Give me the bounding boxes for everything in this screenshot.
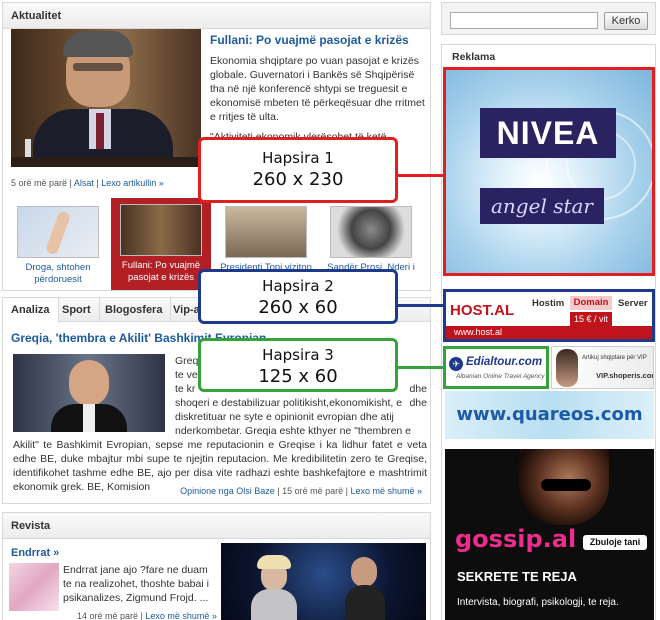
host-col-domain: Domain [570, 296, 612, 310]
thumb-image [330, 206, 412, 258]
analiza-read-more[interactable]: Lexo më shumë » [350, 486, 422, 496]
revista-read-more[interactable]: Lexo më shumë » [145, 611, 217, 620]
host-url: www.host.al [454, 327, 503, 337]
reklama-header: Reklama [452, 51, 496, 63]
callout-size: 260 x 230 [252, 169, 344, 190]
callout-title: Hapsira 1 [262, 149, 334, 167]
thumb-label[interactable]: Fullani: Po vuajmë pasojat e krizës [122, 260, 200, 283]
callout-title: Hapsira 3 [262, 346, 334, 364]
vip-shoperis-ad[interactable]: Artikuj shqiptare për VIP VIP.shoperis.c… [551, 346, 654, 389]
thumb-item-active[interactable]: Fullani: Po vuajmë pasojat e krizës [111, 198, 211, 290]
callout-size: 260 x 60 [258, 297, 338, 318]
callout-hapsira-1: Hapsira 1 260 x 230 [198, 137, 398, 203]
aktualitet-header: Aktualitet [3, 3, 430, 29]
edialtour-tagline: Albanian Online Travel Agency [456, 373, 545, 380]
vip-url: VIP.shoperis.com [596, 371, 654, 380]
host-price: 15 € / vit [570, 312, 612, 326]
quareos-ad[interactable]: www.quareos.com [445, 391, 654, 439]
analiza-meta: Opinione nga Olsi Baze | 15 orë më parë … [180, 486, 422, 496]
revista-title-link[interactable]: Endrrat » [11, 547, 59, 559]
revista-meta: 14 orë më parë | Lexo më shumë » [77, 611, 217, 620]
gossip-tagline: SEKRETE TE REJA [457, 569, 577, 584]
callout-1-connector [398, 174, 443, 177]
search-button[interactable]: Kerko [604, 12, 648, 30]
thumb-item[interactable]: Sandër Prosi, Nderi i [321, 201, 421, 274]
revista-time: 14 orë më parë [77, 611, 139, 620]
edialtour-logo: Edialtour.com [466, 356, 543, 368]
sunglasses-icon [541, 479, 591, 491]
nivea-product-name: angel star [480, 188, 604, 224]
main-headline-link[interactable]: Fullani: Po vuajmë pasojat e krizës [210, 33, 425, 47]
thumb-image [120, 204, 202, 256]
host-al-ad[interactable]: HOST.AL Hostim Domain Server 15 € / vit … [443, 289, 655, 342]
main-news-source[interactable]: Alsat [74, 178, 94, 188]
callout-title: Hapsira 2 [262, 277, 334, 295]
plane-icon: ✈ [449, 357, 463, 371]
callout-3-connector [398, 366, 443, 369]
edialtour-ad[interactable]: ✈ Edialtour.com Albanian Online Travel A… [443, 346, 549, 389]
tab-sport[interactable]: Sport [54, 298, 100, 322]
vip-model-figure [556, 349, 578, 387]
callout-hapsira-3: Hapsira 3 125 x 60 [198, 338, 398, 392]
main-news-time: 5 orë më parë [11, 178, 68, 188]
analiza-body-tail: dhe dhe [409, 383, 427, 409]
thumb-label[interactable]: Droga, shtohen përdoruesit [26, 262, 91, 285]
nivea-ad[interactable]: NIVEA angel star [443, 67, 655, 276]
analiza-opinion-link[interactable]: Opinione nga Olsi Baze [180, 486, 275, 496]
callout-size: 125 x 60 [258, 366, 338, 387]
revista-photo[interactable] [221, 543, 426, 620]
analiza-panel: Analiza Sport Blogosfera Vip-at Greqia, … [2, 297, 431, 504]
main-news-read-more[interactable]: Lexo artikullin » [101, 178, 164, 188]
thumb-image [17, 206, 99, 258]
tab-blogosfera[interactable]: Blogosfera [97, 298, 172, 322]
thumb-item[interactable]: Presidenti Topi viziton [216, 201, 316, 274]
analiza-photo[interactable] [13, 354, 165, 432]
host-col-hostim: Hostim [532, 298, 565, 309]
search-panel: Kerko [441, 2, 656, 35]
thumb-image [225, 206, 307, 258]
gossip-cta-button[interactable]: Zbuloje tani [583, 535, 647, 550]
quareos-url: www.quareos.com [456, 404, 643, 425]
host-al-logo: HOST.AL [450, 302, 515, 319]
main-news-meta: 5 orë më parë | Alsat | Lexo artikullin … [11, 178, 164, 188]
gossip-ad[interactable]: gossip.al Zbuloje tani SEKRETE TE REJA I… [445, 449, 654, 620]
analiza-time: 15 orë më parë [282, 486, 344, 496]
revista-panel: Revista Endrrat » Endrrat jane ajo ?fare… [2, 512, 431, 620]
callout-2-connector [398, 304, 443, 307]
search-input[interactable] [450, 12, 598, 29]
main-news-photo[interactable] [11, 29, 201, 167]
gossip-subtext: Intervista, biografi, psikologji, te rej… [457, 597, 619, 608]
revista-header: Revista [3, 513, 430, 539]
gossip-logo: gossip.al [455, 525, 577, 553]
nivea-logo: NIVEA [480, 108, 616, 158]
host-col-server: Server [618, 298, 648, 309]
revista-body: Endrrat jane ajo ?fare ne duam te na rea… [63, 564, 209, 604]
revista-thumb[interactable] [9, 563, 59, 611]
vip-text: Artikuj shqiptare për VIP [582, 355, 647, 361]
tab-analiza[interactable]: Analiza [3, 298, 59, 323]
main-news-body: Ekonomia shqiptare po vuan pasojat e kri… [210, 55, 425, 123]
callout-hapsira-2: Hapsira 2 260 x 60 [198, 269, 398, 324]
thumb-item[interactable]: Droga, shtohen përdoruesit [8, 201, 108, 286]
